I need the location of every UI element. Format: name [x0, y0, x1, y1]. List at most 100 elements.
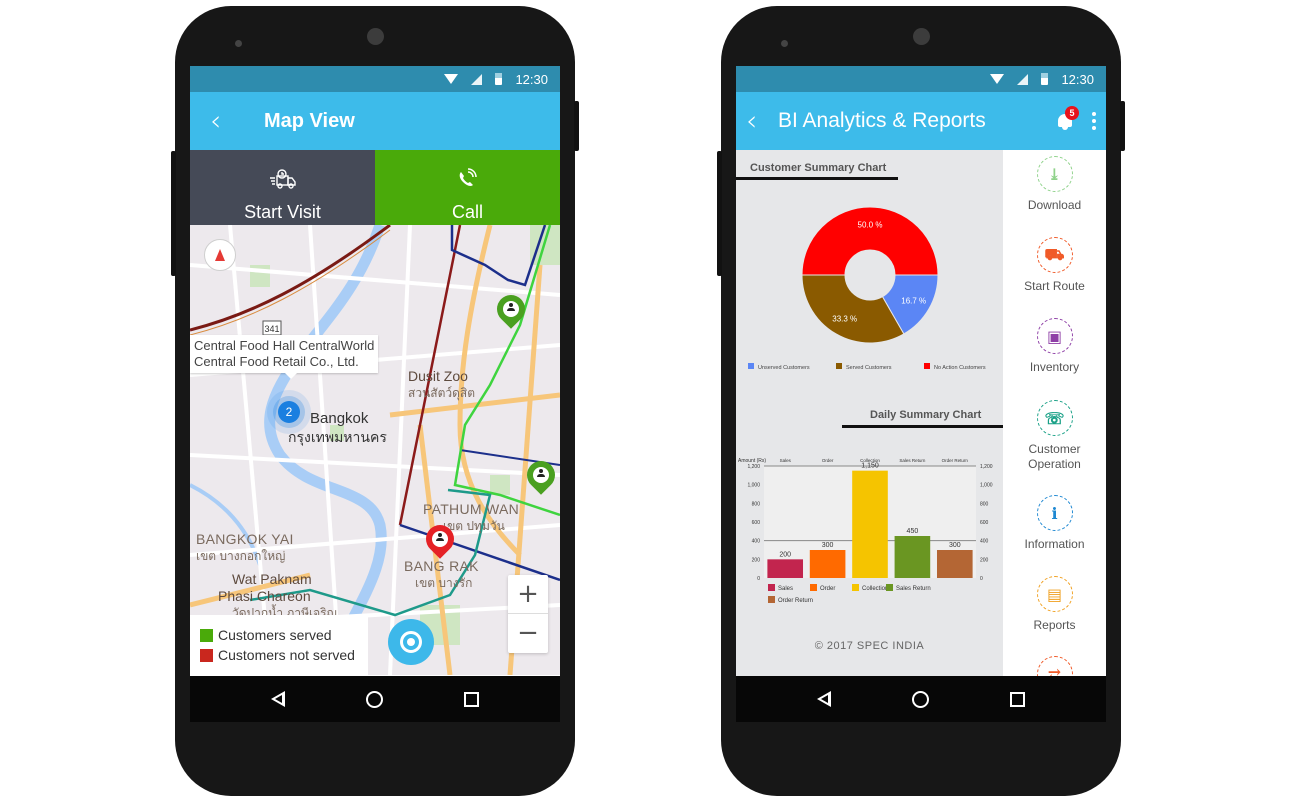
side-menu-label: Download	[1027, 198, 1082, 212]
map-screen: 12:30 ‹ Map View Start Visit Call 341 Ce…	[190, 66, 560, 722]
side-menu-item-information[interactable]: i Information	[1003, 495, 1106, 552]
report-icon: ▤	[1036, 576, 1073, 612]
nav-back-icon[interactable]	[270, 691, 285, 707]
bar	[936, 550, 973, 578]
overflow-menu-icon[interactable]	[1092, 112, 1096, 130]
place-label-bangkok-yai-thai: เขต บางกอกใหญ่	[196, 549, 286, 563]
bar	[852, 470, 888, 578]
signal-icon	[471, 73, 483, 85]
phone-call-icon	[459, 168, 477, 186]
delivery-truck-icon	[269, 169, 296, 189]
side-menu-label: Inventory	[1029, 360, 1080, 374]
legend-swatch	[768, 584, 775, 591]
action-row: Start Visit Call	[190, 150, 560, 225]
y2-tick-label: 1,200	[980, 464, 993, 470]
nav-recents-icon[interactable]	[464, 691, 480, 707]
y-axis-label: Amount (Rs)	[738, 458, 766, 464]
customer-pin-served[interactable]	[521, 455, 560, 499]
map-cluster-marker[interactable]: 2	[278, 401, 300, 423]
y-tick-label: 1,000	[747, 483, 760, 489]
donut-slice-label: 16.7 %	[901, 296, 926, 305]
donut-slice-label: 50.0 %	[858, 221, 883, 230]
side-menu-label: Reports	[1033, 618, 1076, 632]
charts-panel: Customer Summary Chart 16.7 % 33.3 % 50.0 …	[736, 150, 1003, 676]
bar	[894, 536, 931, 578]
bar	[767, 559, 804, 578]
nav-home-icon[interactable]	[365, 690, 383, 708]
zoom-out-button[interactable]: −	[508, 614, 548, 653]
start-visit-label: Start Visit	[244, 202, 321, 222]
customer-pin-not-served[interactable]	[420, 519, 460, 563]
legend-label: Order Return	[778, 598, 813, 604]
legend-swatch	[768, 596, 775, 603]
back-icon[interactable]: ‹	[210, 107, 250, 135]
box-icon: ▣	[1036, 318, 1073, 354]
route-icon: ⇄	[1036, 656, 1073, 676]
volume-button	[171, 151, 176, 276]
volume-button	[717, 151, 722, 276]
customer-donut-chart: 16.7 % 33.3 % 50.0 % Unserved Customers Serv…	[748, 206, 986, 371]
place-label-wat-paknam: Wat Paknam	[232, 571, 312, 587]
map-canvas[interactable]: 341 Central Food Hall CentralWorld Centr…	[190, 225, 560, 675]
legend-swatch	[836, 363, 842, 369]
bi-content: Customer Summary Chart 16.7 % 33.3 % 50.0 …	[736, 150, 1106, 676]
y2-tick-label: 800	[980, 501, 989, 507]
map-legend: Customers served Customers not served	[190, 615, 368, 675]
back-icon[interactable]: ‹	[746, 107, 774, 135]
side-menu-item-inventory[interactable]: ▣ Inventory	[1003, 318, 1106, 375]
call-label: Call	[451, 202, 483, 222]
notification-badge: 5	[1065, 106, 1079, 120]
app-bar-actions: 5	[1056, 92, 1096, 150]
notification-bell-icon[interactable]: 5	[1056, 106, 1079, 131]
side-menu-item-reports[interactable]: ▤ Reports	[1003, 576, 1106, 633]
battery-icon	[495, 73, 503, 85]
side-menu-item-download[interactable]: ⤓ Download	[1003, 156, 1106, 213]
start-visit-button[interactable]: Start Visit	[190, 150, 375, 225]
legend-swatch	[886, 584, 893, 591]
legend-label: No Action Customers	[934, 365, 986, 371]
power-button	[574, 101, 579, 151]
legend-swatch	[810, 584, 817, 591]
section-divider	[842, 425, 1003, 428]
nav-back-icon[interactable]	[816, 691, 831, 707]
legend-label: Unserved Customers	[758, 365, 810, 371]
side-menu-item-more[interactable]: ⇄	[1003, 656, 1106, 676]
legend-label: Customers not served	[218, 647, 355, 663]
y2-tick-label: 1,000	[980, 483, 993, 489]
legend-label: Customers served	[218, 627, 332, 643]
customer-pin-served[interactable]	[491, 289, 531, 333]
daily-bar-chart: 0 0 200 200 400 400 600 600 800 800 1,000 1,000 1,20…	[738, 458, 993, 604]
nav-recents-icon[interactable]	[1010, 691, 1026, 707]
call-button[interactable]: Call	[375, 150, 560, 225]
bar-value-label: 450	[907, 528, 919, 535]
system-nav-bar	[190, 676, 560, 722]
compass-north-icon	[215, 249, 225, 261]
bar-value-label: 200	[779, 551, 791, 558]
side-menu-item-customer-operation[interactable]: ☏ Customer Operation	[1003, 400, 1106, 472]
page-title: BI Analytics & Reports	[778, 109, 986, 132]
person-icon	[436, 533, 444, 541]
side-menu-label: Start Route	[1024, 279, 1085, 293]
zoom-in-button[interactable]: +	[508, 575, 548, 614]
place-label-dusit-zoo: Dusit Zoo	[408, 368, 468, 384]
legend-swatch	[852, 584, 859, 591]
category-label: Order Return	[942, 458, 969, 463]
side-menu-item-start-route[interactable]: ⛟ Start Route	[1003, 237, 1106, 294]
status-bar: 12:30	[190, 66, 560, 92]
y-tick-label: 400	[752, 539, 761, 545]
compass-button[interactable]	[204, 239, 236, 271]
y2-tick-label: 600	[980, 520, 989, 526]
legend-item-served: Customers served	[200, 625, 358, 645]
place-label-phasi-chareon: Phasi Chareon	[218, 588, 311, 604]
place-label-bangkok-yai: BANGKOK YAI	[196, 531, 294, 547]
y-tick-label: 200	[752, 557, 761, 563]
place-tooltip[interactable]: Central Food Hall CentralWorld Central F…	[190, 335, 379, 379]
legend-swatch	[748, 363, 754, 369]
y-tick-label: 600	[752, 520, 761, 526]
nav-home-icon[interactable]	[911, 690, 929, 708]
daily-chart-title: Daily Summary Chart	[870, 409, 982, 421]
my-location-button[interactable]	[388, 619, 434, 665]
truck-icon: ⛟	[1036, 237, 1073, 273]
signal-icon	[1017, 73, 1029, 85]
bar-value-label: 300	[949, 542, 961, 549]
